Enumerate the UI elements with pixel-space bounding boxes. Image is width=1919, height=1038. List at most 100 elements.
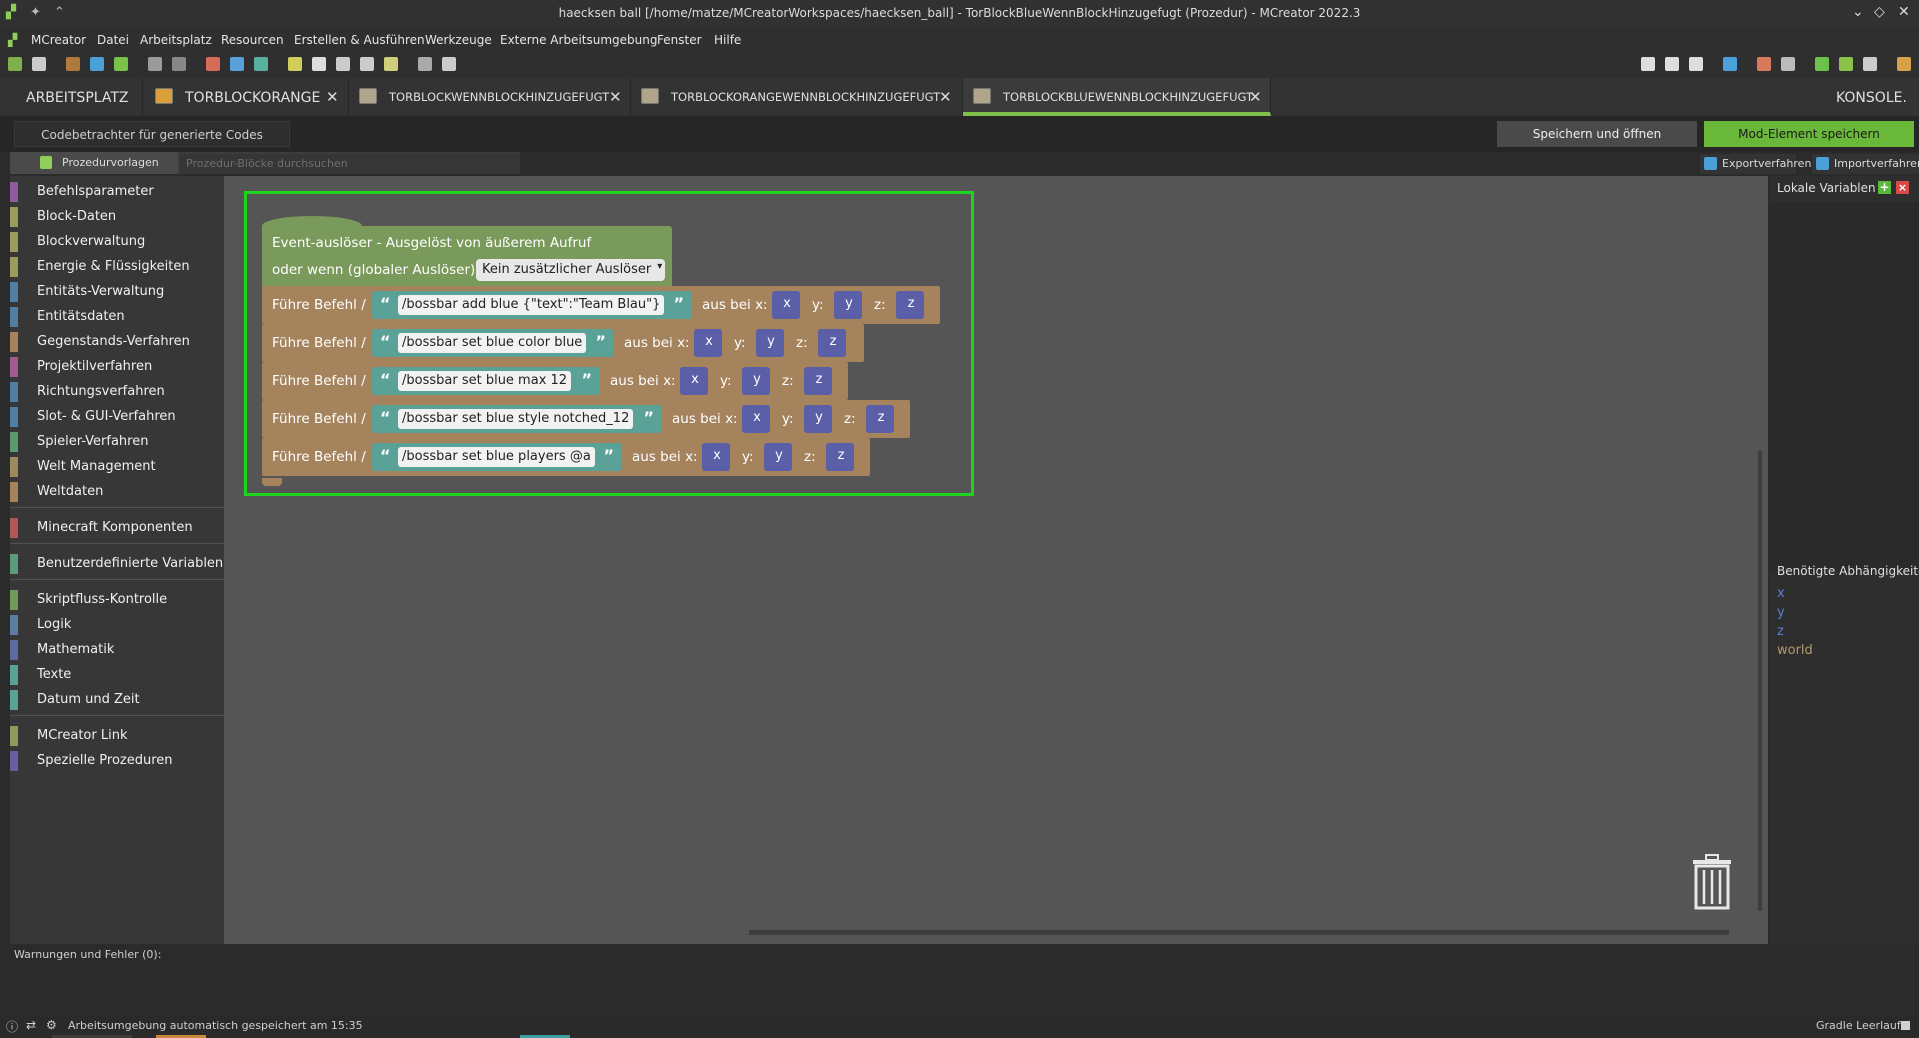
- run-command-block[interactable]: Führe Befehl / “ /bossbar set blue players…: [262, 438, 870, 476]
- gui-icon[interactable]: [230, 57, 244, 71]
- run-command-block[interactable]: Führe Befehl / “ /bossbar set blue color b…: [262, 324, 864, 362]
- variable-z-block[interactable]: z: [896, 291, 924, 319]
- palette-category[interactable]: Projektilverfahren: [10, 355, 224, 379]
- palette-category[interactable]: Logik: [10, 613, 224, 637]
- variable-z-block[interactable]: z: [818, 329, 846, 357]
- variable-y-block[interactable]: y: [804, 405, 832, 433]
- sound-icon[interactable]: [90, 57, 104, 71]
- close-tab-icon[interactable]: ✕: [609, 88, 622, 106]
- tab-workspace[interactable]: ARBEITSPLATZ: [0, 78, 143, 116]
- tab-torblockbluewennblockhinzugefugt[interactable]: TORBLOCKBLUEWENNBLOCKHINZUGEFUGT ✕: [963, 78, 1271, 116]
- variable-x-block[interactable]: x: [772, 291, 800, 319]
- horizontal-scrollbar[interactable]: [749, 930, 1729, 935]
- palette-category[interactable]: Datum und Zeit: [10, 688, 224, 712]
- run-server-icon[interactable]: [1839, 57, 1853, 71]
- variable-z-block[interactable]: z: [804, 367, 832, 395]
- menu-mcreator[interactable]: MCreator: [31, 33, 86, 47]
- close-tab-icon[interactable]: ✕: [326, 88, 339, 106]
- block-search-input[interactable]: Prozedur-Blöcke durchsuchen: [180, 154, 520, 174]
- push-icon[interactable]: [1689, 57, 1703, 71]
- palette-category[interactable]: Welt Management: [10, 455, 224, 479]
- command-text-field[interactable]: /bossbar set blue style notched_12: [398, 409, 634, 429]
- variable-y-block[interactable]: y: [764, 443, 792, 471]
- info-icon[interactable]: ⓘ: [6, 1018, 18, 1035]
- run-command-block[interactable]: Führe Befehl / “ /bossbar set blue style n…: [262, 400, 910, 438]
- save-and-open-button[interactable]: Speichern und öffnen: [1497, 121, 1697, 147]
- palette-category[interactable]: Mathematik: [10, 638, 224, 662]
- console-icon[interactable]: [418, 57, 432, 71]
- variable-x-block[interactable]: x: [680, 367, 708, 395]
- stop-icon[interactable]: [1863, 57, 1877, 71]
- text-string-block[interactable]: “ /bossbar set blue color blue ”: [372, 329, 614, 357]
- variable-y-block[interactable]: y: [756, 329, 784, 357]
- menu-werkzeuge[interactable]: Werkzeuge: [425, 33, 492, 47]
- menu-hilfe[interactable]: Hilfe: [714, 33, 741, 47]
- code-viewer-button[interactable]: Codebetrachter für generierte Codes: [14, 121, 290, 147]
- close-tab-icon[interactable]: ✕: [1249, 88, 1262, 106]
- export-procedure-button[interactable]: Exportverfahren: [1700, 154, 1811, 174]
- palette-category[interactable]: Texte: [10, 663, 224, 687]
- pull-icon[interactable]: [1665, 57, 1679, 71]
- structure-icon[interactable]: [148, 57, 162, 71]
- tab-torblockorange[interactable]: TORBLOCKORANGE ✕: [143, 78, 349, 116]
- recipe-icon[interactable]: [206, 57, 220, 71]
- variable-z-block[interactable]: z: [866, 405, 894, 433]
- tab-torblockorangewennblockhinzugefugt[interactable]: TORBLOCKORANGEWENNBLOCKHINZUGEFUGT ✕: [631, 78, 963, 116]
- global-trigger-dropdown[interactable]: Kein zusätzlicher Auslöser ▾: [476, 259, 666, 281]
- run-command-block[interactable]: Führe Befehl / “ /bossbar add blue {"text"…: [262, 286, 940, 324]
- variable-x-block[interactable]: x: [742, 405, 770, 433]
- palette-category[interactable]: Spezielle Prozeduren: [10, 749, 224, 773]
- variable-x-block[interactable]: x: [694, 329, 722, 357]
- palette-category[interactable]: Blockverwaltung: [10, 230, 224, 254]
- palette-category[interactable]: Richtungsverfahren: [10, 380, 224, 404]
- palette-category[interactable]: Gegenstands-Verfahren: [10, 330, 224, 354]
- procedure-icon[interactable]: [288, 57, 302, 71]
- trash-icon[interactable]: [1690, 854, 1734, 914]
- close-tab-icon[interactable]: ✕: [939, 88, 952, 106]
- resource-icon[interactable]: [66, 57, 80, 71]
- palette-category[interactable]: MCreator Link: [10, 724, 224, 748]
- palette-category[interactable]: Minecraft Komponenten: [10, 516, 224, 540]
- save-mod-element-button[interactable]: Mod-Element speichern: [1704, 121, 1914, 147]
- run-command-block[interactable]: Führe Befehl / “ /bossbar set blue max 12 ”…: [262, 362, 848, 400]
- event-trigger-block[interactable]: Event-auslöser - Ausgelöst von äußerem A…: [262, 216, 672, 288]
- command-text-field[interactable]: /bossbar set blue max 12: [398, 371, 572, 391]
- menu-datei[interactable]: Datei: [97, 33, 129, 47]
- workspace-icon[interactable]: [8, 57, 22, 71]
- palette-category[interactable]: Slot- & GUI-Verfahren: [10, 405, 224, 429]
- tab-console[interactable]: KONSOLE.: [1836, 90, 1907, 106]
- palette-category[interactable]: Energie & Flüssigkeiten: [10, 255, 224, 279]
- palette-category[interactable]: Weltdaten: [10, 480, 224, 504]
- command-text-field[interactable]: /bossbar set blue players @a: [398, 447, 595, 467]
- import-procedure-button[interactable]: Importverfahren: [1812, 154, 1919, 174]
- minimize-icon[interactable]: ⌄: [1852, 4, 1864, 20]
- text-string-block[interactable]: “ /bossbar set blue style notched_12 ”: [372, 405, 662, 433]
- gradle-stop-icon[interactable]: [1901, 1021, 1910, 1030]
- palette-category[interactable]: Befehlsparameter: [10, 180, 224, 204]
- variable-icon[interactable]: [360, 57, 374, 71]
- tab-torblockwennblockhinzugefugt[interactable]: TORBLOCKWENNBLOCKHINZUGEFUGT ✕: [349, 78, 631, 116]
- close-window-icon[interactable]: ✕: [1898, 4, 1910, 20]
- menu-arbeitsplatz[interactable]: Arbeitsplatz: [140, 33, 212, 47]
- run-client-icon[interactable]: [1815, 57, 1829, 71]
- text-string-block[interactable]: “ /bossbar add blue {"text":"Team Blau"} ”: [372, 291, 692, 319]
- command-text-field[interactable]: /bossbar add blue {"text":"Team Blau"}: [398, 295, 665, 315]
- add-variable-icon[interactable]: +: [1878, 181, 1891, 194]
- text-string-block[interactable]: “ /bossbar set blue max 12 ”: [372, 367, 600, 395]
- sync-icon[interactable]: [1723, 57, 1737, 71]
- network-icon[interactable]: ⇄: [26, 1018, 36, 1032]
- menu-resourcen[interactable]: Resourcen: [221, 33, 284, 47]
- palette-category[interactable]: Skriptfluss-Kontrolle: [10, 588, 224, 612]
- templates-tab[interactable]: Prozedurvorlagen: [10, 152, 178, 174]
- remove-variable-icon[interactable]: ×: [1896, 181, 1909, 194]
- texture-icon[interactable]: [114, 57, 128, 71]
- palette-category[interactable]: Block-Daten: [10, 205, 224, 229]
- workspace-settings-icon[interactable]: [32, 57, 46, 71]
- block-icon[interactable]: [254, 57, 268, 71]
- brush-icon[interactable]: [442, 57, 456, 71]
- palette-category[interactable]: Spieler-Verfahren: [10, 430, 224, 454]
- export-jar-icon[interactable]: [1897, 57, 1911, 71]
- variable-z-block[interactable]: z: [826, 443, 854, 471]
- achievement-icon[interactable]: [312, 57, 326, 71]
- variable-y-block[interactable]: y: [742, 367, 770, 395]
